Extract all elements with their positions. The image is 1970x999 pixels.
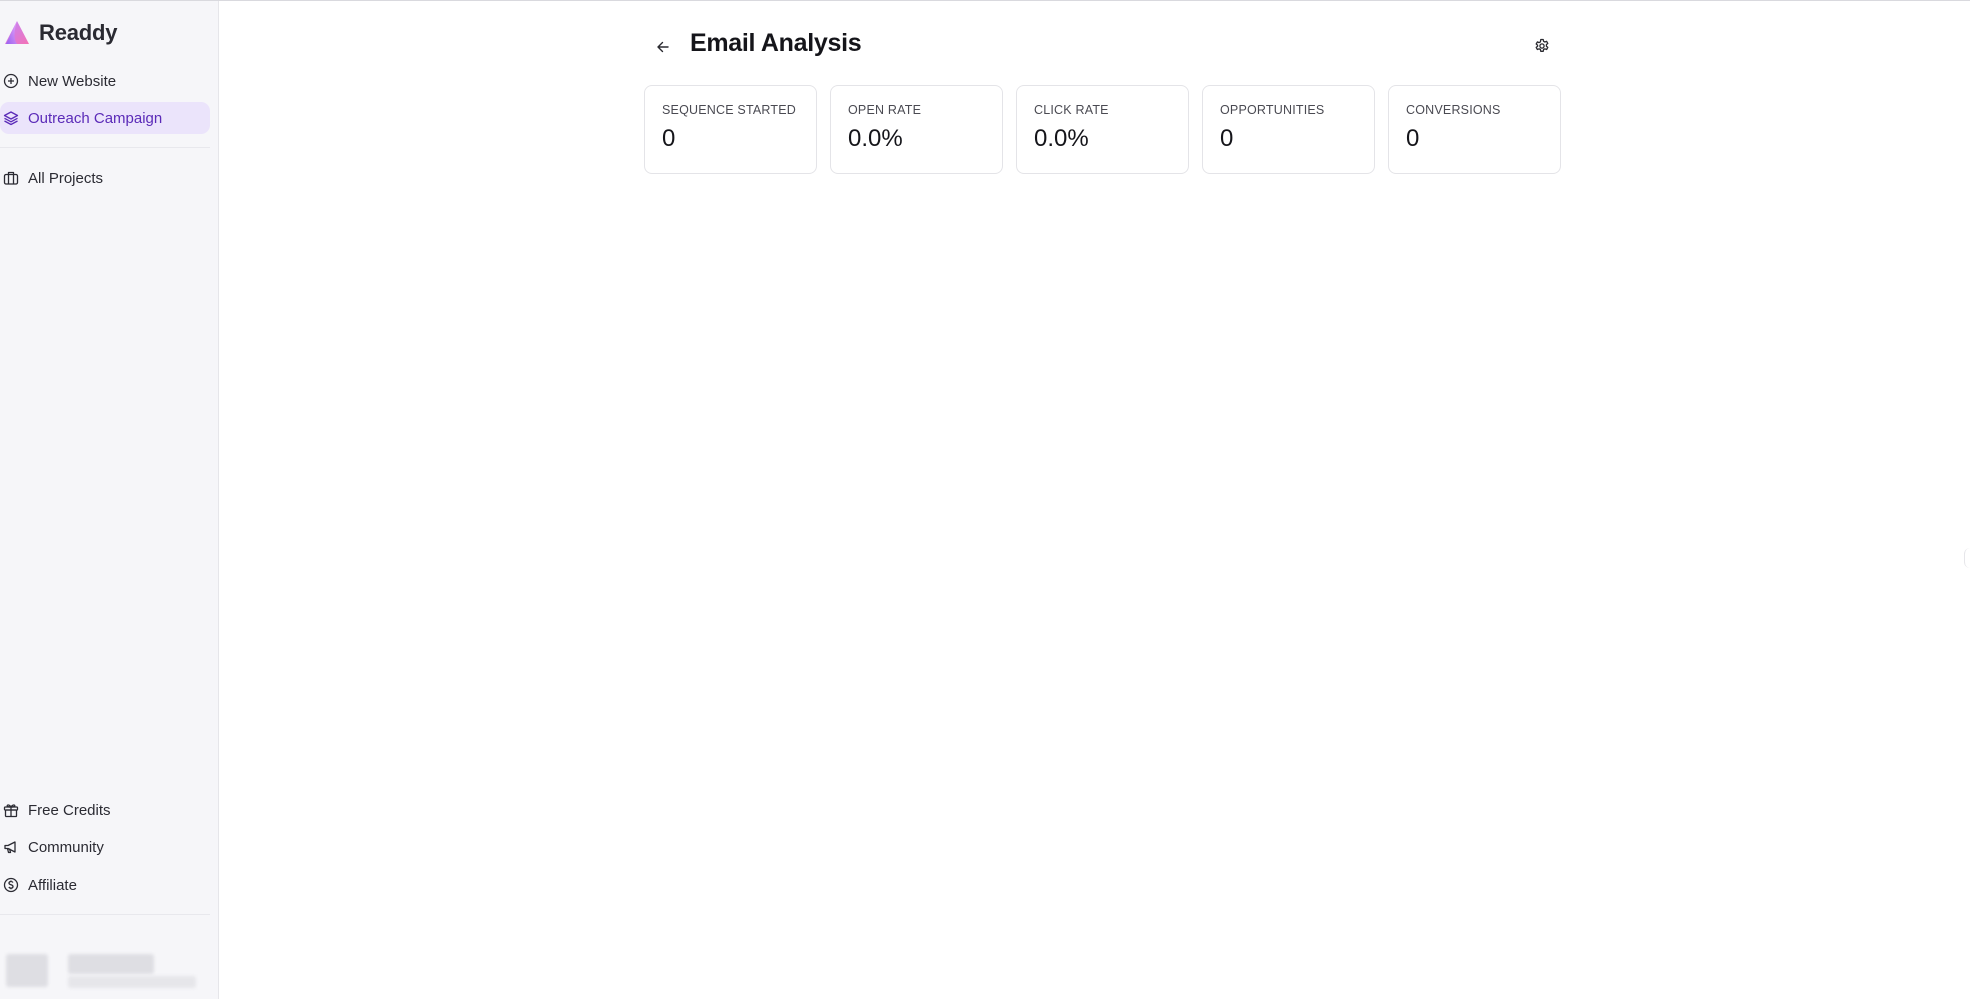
user-profile[interactable] [0, 945, 210, 999]
app-window: Readdy New Website Outreach Campaign All… [0, 0, 1970, 999]
stat-card-click-rate: CLICK RATE 0.0% [1016, 85, 1189, 174]
stat-label: OPPORTUNITIES [1220, 103, 1325, 117]
stat-card-open-rate: OPEN RATE 0.0% [830, 85, 1003, 174]
back-button[interactable] [652, 36, 674, 58]
stat-label: SEQUENCE STARTED [662, 103, 797, 117]
stat-label: CONVERSIONS [1406, 103, 1501, 117]
stat-value: 0.0% [1034, 125, 1089, 152]
stat-value: 0.0% [848, 125, 903, 152]
readdy-logo-icon [5, 21, 29, 44]
arrow-left-icon [657, 41, 669, 53]
gear-icon [1535, 38, 1549, 52]
user-plan-redacted [68, 976, 196, 988]
logo[interactable]: Readdy [3, 19, 117, 47]
sidebar-divider [0, 147, 210, 148]
sidebar-item-all-projects[interactable]: All Projects [0, 162, 210, 194]
avatar [6, 954, 48, 987]
sidebar-divider [0, 914, 210, 915]
sidebar-item-label: All Projects [28, 169, 104, 187]
sidebar-item-label: Community [28, 838, 104, 856]
sidebar: Readdy New Website Outreach Campaign All… [0, 1, 219, 999]
sidebar-item-label: Outreach Campaign [28, 109, 163, 127]
user-name-redacted [68, 954, 154, 974]
sidebar-item-community[interactable]: Community [0, 831, 210, 863]
settings-button[interactable] [1530, 34, 1554, 58]
dollar-circle-icon [3, 877, 19, 893]
stat-card-conversions: CONVERSIONS 0 [1388, 85, 1561, 174]
stat-value: 0 [1406, 125, 1420, 152]
stats-row: SEQUENCE STARTED 0 OPEN RATE 0.0% CLICK … [644, 85, 1561, 174]
layers-icon [3, 111, 19, 126]
stat-card-opportunities: OPPORTUNITIES 0 [1202, 85, 1375, 174]
stat-value: 0 [662, 125, 676, 152]
megaphone-icon [4, 841, 16, 854]
sidebar-item-label: Free Credits [28, 801, 111, 819]
sidebar-item-label: New Website [28, 72, 117, 90]
stat-value: 0 [1220, 125, 1234, 152]
sidebar-item-outreach-campaign[interactable]: Outreach Campaign [0, 102, 210, 134]
sidebar-item-affiliate[interactable]: Affiliate [0, 869, 210, 901]
stat-card-sequence-started: SEQUENCE STARTED 0 [644, 85, 817, 174]
plus-circle-icon [3, 73, 19, 89]
stat-label: CLICK RATE [1034, 103, 1109, 117]
gift-icon [3, 804, 19, 818]
side-panel-handle[interactable] [1964, 548, 1970, 568]
briefcase-icon [3, 171, 19, 185]
stat-label: OPEN RATE [848, 103, 922, 117]
sidebar-item-free-credits[interactable]: Free Credits [0, 794, 210, 826]
sidebar-item-new-website[interactable]: New Website [0, 65, 210, 97]
page-title: Email Analysis [690, 29, 862, 57]
sidebar-item-label: Affiliate [28, 876, 77, 894]
app-name: Readdy [39, 20, 118, 45]
